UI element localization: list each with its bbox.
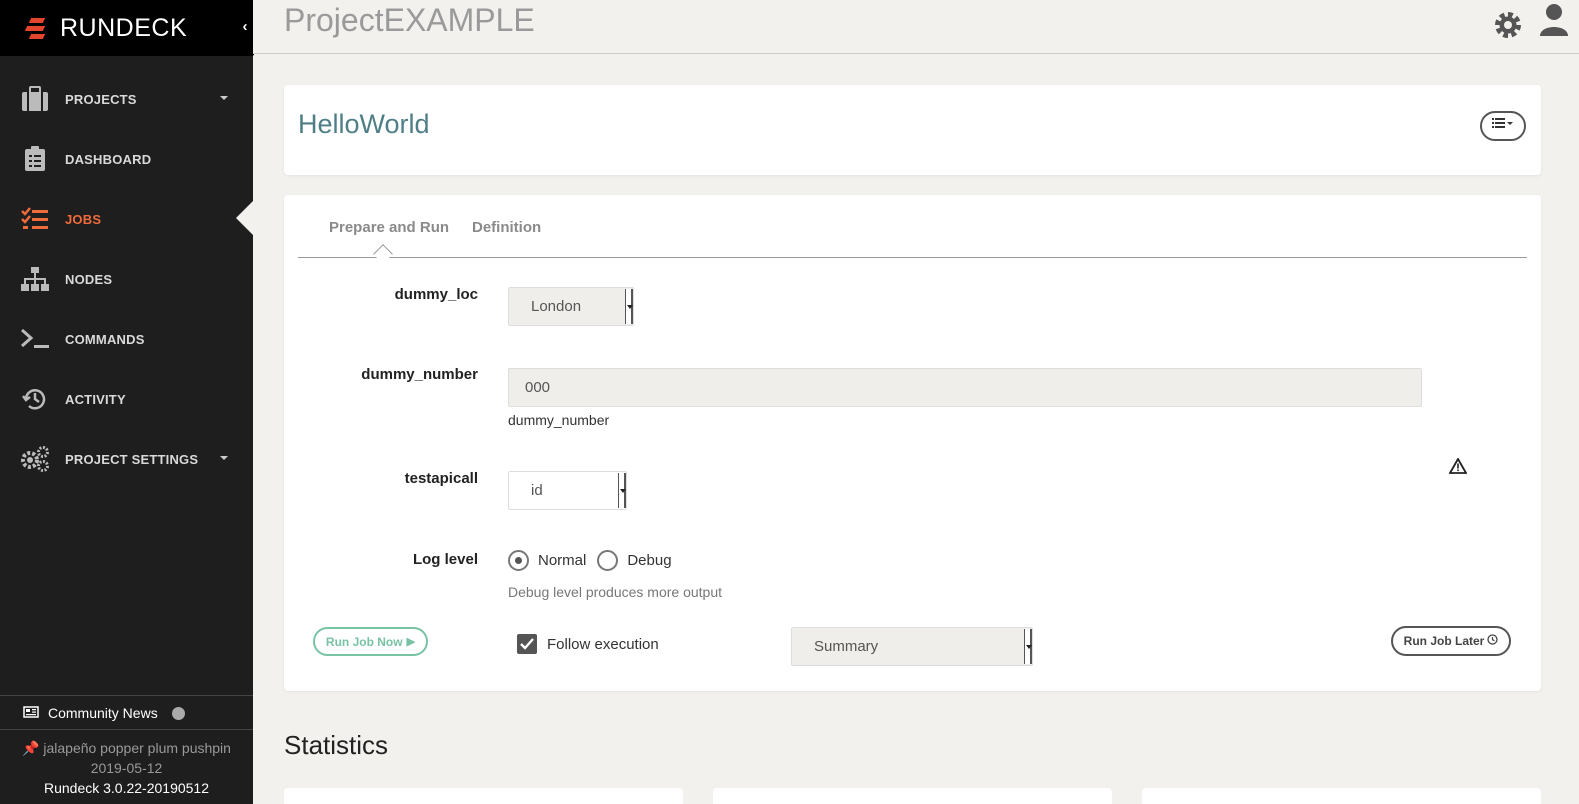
follow-execution-label[interactable]: Follow execution — [547, 636, 659, 653]
testapicall-select[interactable]: id — [508, 471, 627, 510]
pushpin-icon: 📌 — [22, 740, 40, 756]
select-arrow-icon — [618, 473, 626, 508]
brand-name: RUNDECK — [60, 13, 188, 42]
caret-down-icon — [220, 456, 228, 460]
sidebar-item-label: PROJECT SETTINGS — [65, 451, 199, 467]
version-codename: jalapeño popper plum pushpin — [43, 740, 231, 756]
sidebar-item-label: DASHBOARD — [65, 151, 152, 167]
briefcase-icon — [19, 85, 51, 113]
job-tabs: Prepare and Run Definition — [298, 195, 1527, 264]
radio-debug-label[interactable]: Debug — [627, 552, 671, 569]
dummy-loc-select[interactable]: London — [508, 287, 634, 326]
log-level-label: Log level — [412, 551, 478, 568]
news-status-dot — [171, 707, 185, 720]
stat-card — [284, 788, 683, 804]
sidebar-item-label: NODES — [65, 271, 113, 287]
sidebar-item-dashboard[interactable]: DASHBOARD — [0, 129, 253, 189]
tab-definition[interactable]: Definition — [472, 219, 541, 236]
gear-icon[interactable] — [1492, 9, 1524, 46]
testapicall-value: id — [531, 482, 543, 499]
terminal-icon — [19, 325, 51, 353]
rundeck-logo-icon — [24, 16, 50, 40]
option-label-dummy-number: dummy_number — [361, 366, 478, 383]
version-number: Rundeck 3.0.22-20190512 — [43, 780, 210, 796]
sidebar-item-project-settings[interactable]: PROJECT SETTINGS — [0, 429, 253, 489]
sidebar-item-label: JOBS — [65, 211, 102, 227]
run-job-later-button[interactable]: Run Job Later — [1391, 626, 1511, 656]
job-actions-menu-button[interactable] — [1480, 111, 1526, 141]
dummy-loc-value: London — [531, 298, 582, 315]
sidebar-item-activity[interactable]: ACTIVITY — [0, 369, 253, 429]
log-level-radio-group: Normal Debug — [508, 550, 683, 571]
run-job-now-label: Run Job Now — [325, 634, 403, 649]
history-icon — [19, 385, 51, 413]
gears-icon — [19, 445, 51, 473]
clock-icon — [1487, 634, 1498, 648]
version-codename-line: 📌 jalapeño popper plum pushpin — [0, 738, 253, 758]
follow-mode-select[interactable]: Summary — [791, 627, 1033, 666]
run-job-card: Prepare and Run Definition dummy_loc Lon… — [284, 195, 1541, 691]
version-date: 2019-05-12 — [90, 760, 163, 776]
sidebar-item-projects[interactable]: PROJECTS — [0, 69, 253, 129]
follow-mode-value: Summary — [814, 638, 879, 655]
tab-prepare-and-run[interactable]: Prepare and Run — [329, 219, 449, 236]
option-label-dummy-loc: dummy_loc — [394, 286, 478, 303]
sidebar-item-jobs[interactable]: JOBS — [0, 189, 253, 249]
sidebar-footer: Community News 📌 jalapeño popper plum pu… — [0, 695, 253, 804]
option-label-testapicall: testapicall — [404, 470, 478, 487]
stat-card — [1142, 788, 1541, 804]
job-header-card: HelloWorld — [284, 85, 1541, 175]
sidebar-item-commands[interactable]: COMMANDS — [0, 309, 253, 369]
radio-debug[interactable] — [597, 550, 619, 571]
main-nav: PROJECTS DASHBOARD JOBS NODES COMMANDS A… — [0, 69, 253, 489]
play-icon: ▶ — [406, 636, 416, 648]
top-bar: ProjectEXAMPLE — [253, 0, 1579, 54]
select-arrow-icon — [625, 289, 633, 324]
clipboard-icon — [19, 145, 51, 173]
radio-normal[interactable] — [508, 550, 529, 571]
user-icon[interactable] — [1539, 2, 1569, 43]
community-news-link[interactable]: Community News — [0, 695, 253, 730]
dummy-number-value: 000 — [525, 379, 551, 396]
tasks-icon — [19, 205, 51, 233]
check-icon — [520, 638, 534, 650]
active-tab-indicator — [373, 244, 393, 264]
statistics-heading: Statistics — [284, 730, 389, 760]
warning-icon — [1448, 457, 1468, 479]
community-news-label: Community News — [48, 704, 158, 721]
chevron-left-icon[interactable]: ‹ — [237, 18, 253, 35]
sidebar-item-label: ACTIVITY — [65, 391, 126, 407]
select-arrow-icon — [1024, 629, 1032, 664]
run-job-later-label: Run Job Later — [1403, 634, 1485, 648]
version-info: 📌 jalapeño popper plum pushpin 2019-05-1… — [0, 730, 253, 804]
log-level-help: Debug level produces more output — [508, 584, 723, 600]
dummy-number-help: dummy_number — [508, 412, 610, 428]
brand-header[interactable]: RUNDECK ‹ — [0, 0, 270, 56]
sidebar-item-nodes[interactable]: NODES — [0, 249, 253, 309]
dummy-number-input[interactable]: 000 — [508, 368, 1422, 407]
sidebar-item-label: PROJECTS — [65, 91, 137, 107]
sidebar-item-label: COMMANDS — [65, 331, 145, 347]
radio-normal-label[interactable]: Normal — [538, 552, 586, 569]
stat-card — [713, 788, 1112, 804]
run-job-now-button[interactable]: Run Job Now ▶ — [313, 627, 428, 656]
follow-execution-checkbox[interactable] — [517, 634, 537, 654]
newspaper-icon — [23, 705, 39, 721]
sitemap-icon — [19, 265, 51, 293]
active-indicator — [236, 201, 253, 235]
list-icon — [1492, 117, 1514, 135]
project-title[interactable]: ProjectEXAMPLE — [284, 2, 535, 39]
caret-down-icon — [220, 96, 228, 100]
job-name: HelloWorld — [298, 109, 430, 139]
sidebar: RUNDECK ‹ PROJECTS DASHBOARD JOBS NODES … — [0, 0, 270, 804]
